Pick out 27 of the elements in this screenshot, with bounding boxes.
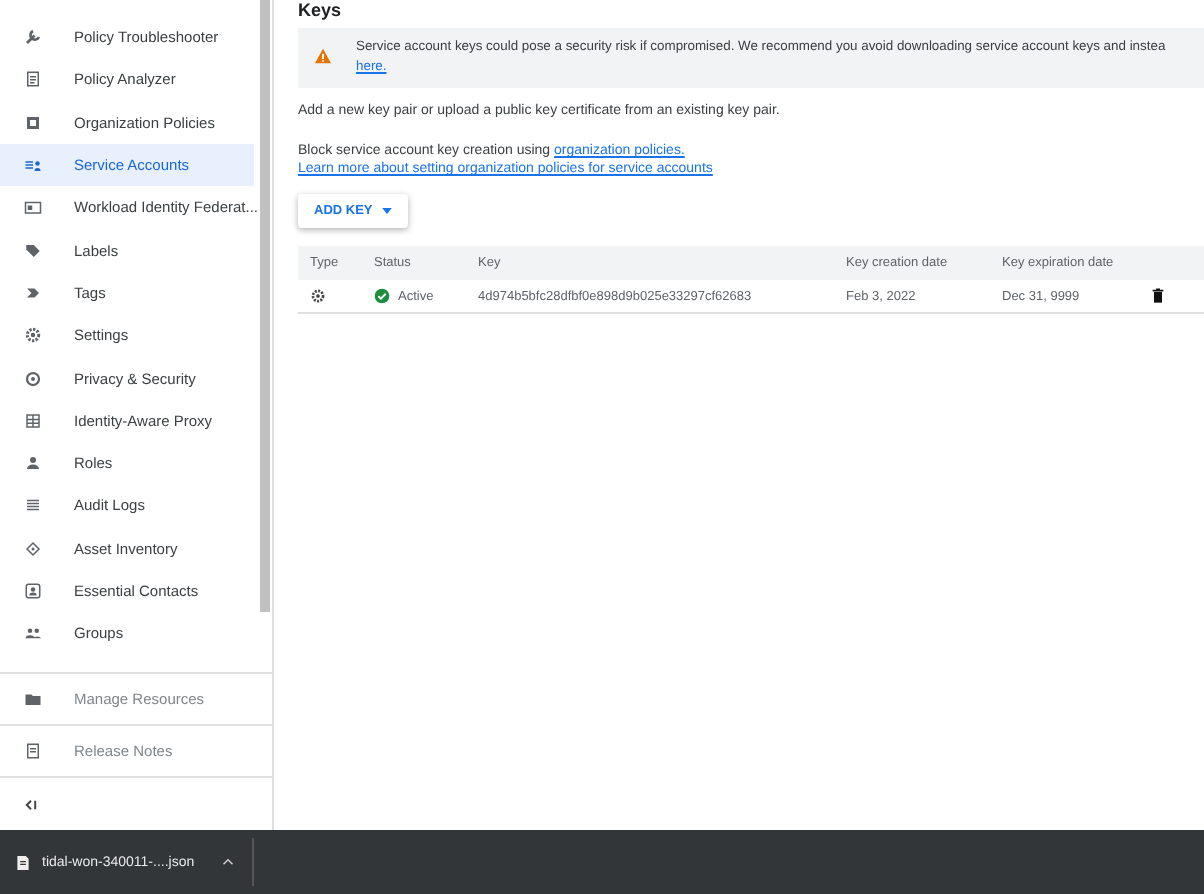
collapse-icon[interactable]	[24, 797, 38, 811]
folder-icon	[24, 690, 42, 708]
delete-icon[interactable]	[1150, 288, 1166, 304]
document-icon	[24, 742, 42, 760]
scrollbar[interactable]	[260, 0, 270, 612]
person-icon	[24, 454, 42, 473]
gear-icon	[310, 288, 326, 304]
contact-icon	[24, 582, 42, 600]
file-icon	[16, 853, 30, 871]
diamond-icon	[24, 539, 42, 558]
wrench-icon	[24, 28, 42, 47]
shield-icon	[24, 369, 42, 388]
caret-icon	[382, 208, 393, 214]
warning-icon	[314, 48, 332, 64]
account-icon	[24, 156, 42, 175]
chevron-up-icon[interactable]	[222, 858, 235, 866]
chevron-icon	[24, 283, 42, 302]
people-icon	[24, 624, 42, 643]
gear-icon	[24, 326, 42, 345]
square-icon	[24, 113, 42, 132]
card-icon	[24, 198, 42, 217]
section-title: Keys	[298, 0, 344, 22]
list-icon	[24, 496, 42, 515]
grid-icon	[24, 411, 42, 430]
check-circle-icon	[374, 288, 390, 304]
document-icon	[24, 70, 42, 89]
tag-icon	[24, 241, 42, 260]
